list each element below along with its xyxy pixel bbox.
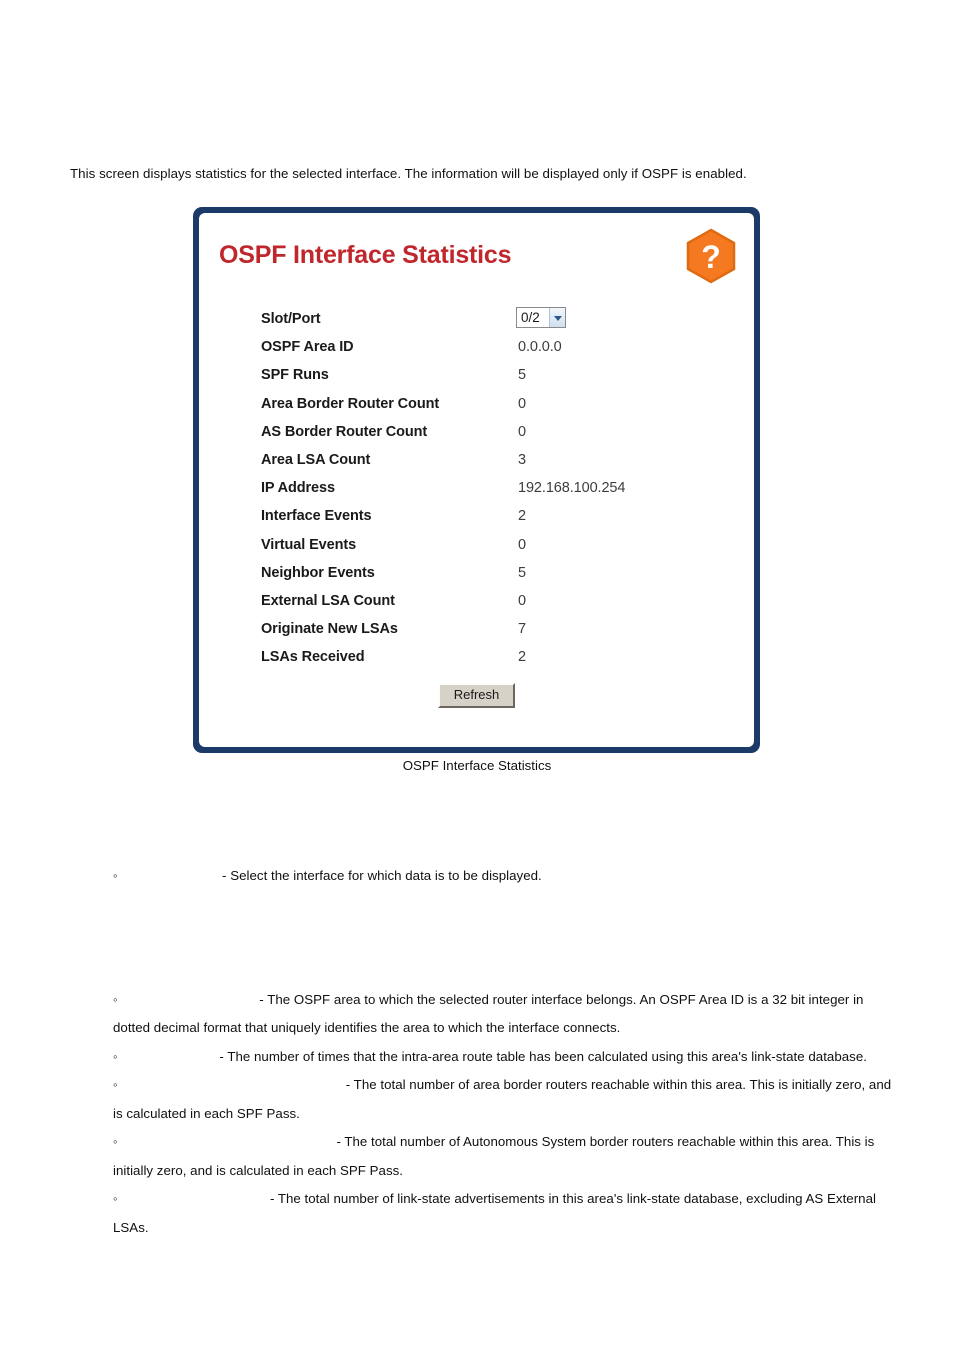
field-label: LSAs Received — [261, 649, 365, 666]
field-value: 0 — [518, 536, 526, 553]
field-label: IP Address — [261, 480, 335, 497]
slot-port-label: Slot/Port — [261, 311, 321, 328]
field-value: 0 — [518, 423, 526, 440]
slot-port-select[interactable]: 0/2 — [516, 307, 566, 328]
field-label: Area Border Router Count — [261, 395, 440, 412]
field-row: Area Border Router Count 0 — [199, 390, 754, 418]
field-value: 5 — [518, 564, 526, 581]
field-label: Originate New LSAs — [261, 621, 398, 638]
list-item-description: - Select the interface for which data is… — [222, 868, 542, 883]
chevron-down-icon[interactable] — [549, 308, 565, 327]
list-item: - The total number of area border router… — [0, 1071, 954, 1128]
list-item: - The OSPF area to which the selected ro… — [0, 986, 954, 1043]
panel-body: OSPF Interface Statistics ? Slot/Port 0/… — [199, 213, 754, 747]
intro-paragraph: This screen displays statistics for the … — [70, 166, 747, 182]
field-value: 192.168.100.254 — [518, 480, 626, 497]
panel-title: OSPF Interface Statistics — [219, 241, 512, 269]
question-mark-hexagon-icon[interactable]: ? — [682, 227, 740, 285]
panel-outer-frame: OSPF Interface Statistics ? Slot/Port 0/… — [193, 207, 760, 753]
list-item-description: - The number of times that the intra-are… — [219, 1048, 867, 1064]
readonly-field-rows: OSPF Area ID 0.0.0.0 SPF Runs 5 Area Border … — [199, 333, 754, 671]
field-value: 0 — [518, 395, 526, 412]
field-row: External LSA Count 0 — [199, 587, 754, 615]
refresh-button[interactable]: Refresh — [437, 683, 516, 709]
field-value: 5 — [518, 367, 526, 384]
field-description-list: - Select the interface for which data is… — [0, 862, 954, 1242]
field-value: 0 — [518, 592, 526, 609]
field-label: Interface Events — [261, 508, 372, 525]
field-label: OSPF Area ID — [261, 339, 354, 356]
field-value: 0.0.0.0 — [518, 339, 562, 356]
field-row: Area LSA Count 3 — [199, 446, 754, 474]
field-label: External LSA Count — [261, 592, 395, 609]
field-row: Virtual Events 0 — [199, 531, 754, 559]
slot-port-selected-value: 0/2 — [521, 309, 540, 325]
field-row: AS Border Router Count 0 — [199, 418, 754, 446]
field-row: OSPF Area ID 0.0.0.0 — [199, 333, 754, 361]
field-label: Area LSA Count — [261, 452, 371, 469]
field-row: LSAs Received 2 — [199, 643, 754, 671]
list-item: - The number of times that the intra-are… — [0, 1043, 954, 1072]
list-item: - The total number of link-state adverti… — [0, 1185, 954, 1242]
field-value: 2 — [518, 508, 526, 525]
field-row: Originate New LSAs 7 — [199, 615, 754, 643]
svg-text:?: ? — [701, 239, 721, 275]
field-label: SPF Runs — [261, 367, 329, 384]
field-row: Interface Events 2 — [199, 502, 754, 530]
list-item-description: - The OSPF area to which the selected ro… — [113, 991, 864, 1036]
field-value: 3 — [518, 452, 526, 469]
figure-caption: OSPF Interface Statistics — [402, 758, 552, 773]
list-item-description: - The total number of Autonomous System … — [113, 1134, 875, 1178]
list-item: - The total number of Autonomous System … — [0, 1128, 954, 1185]
field-row: IP Address 192.168.100.254 — [199, 474, 754, 502]
field-row: Neighbor Events 5 — [199, 559, 754, 587]
field-label: Virtual Events — [261, 536, 357, 553]
field-value: 7 — [518, 621, 526, 638]
ospf-interface-statistics-figure: OSPF Interface Statistics ? Slot/Port 0/… — [193, 207, 760, 753]
list-item: - Select the interface for which data is… — [0, 862, 954, 891]
field-value: 2 — [518, 649, 526, 666]
field-row-slot-port: Slot/Port 0/2 — [199, 305, 754, 333]
field-row: SPF Runs 5 — [199, 361, 754, 389]
statistics-field-list: Slot/Port 0/2 OSPF Area ID 0.0.0.0 SPF Run… — [199, 305, 754, 671]
field-label: Neighbor Events — [261, 564, 375, 581]
field-label: AS Border Router Count — [261, 423, 428, 440]
list-item-description: - The total number of link-state adverti… — [113, 1191, 876, 1235]
refresh-button-container: Refresh — [199, 683, 754, 709]
list-item-description: - The total number of area border router… — [113, 1077, 892, 1121]
list-gap — [0, 891, 954, 986]
